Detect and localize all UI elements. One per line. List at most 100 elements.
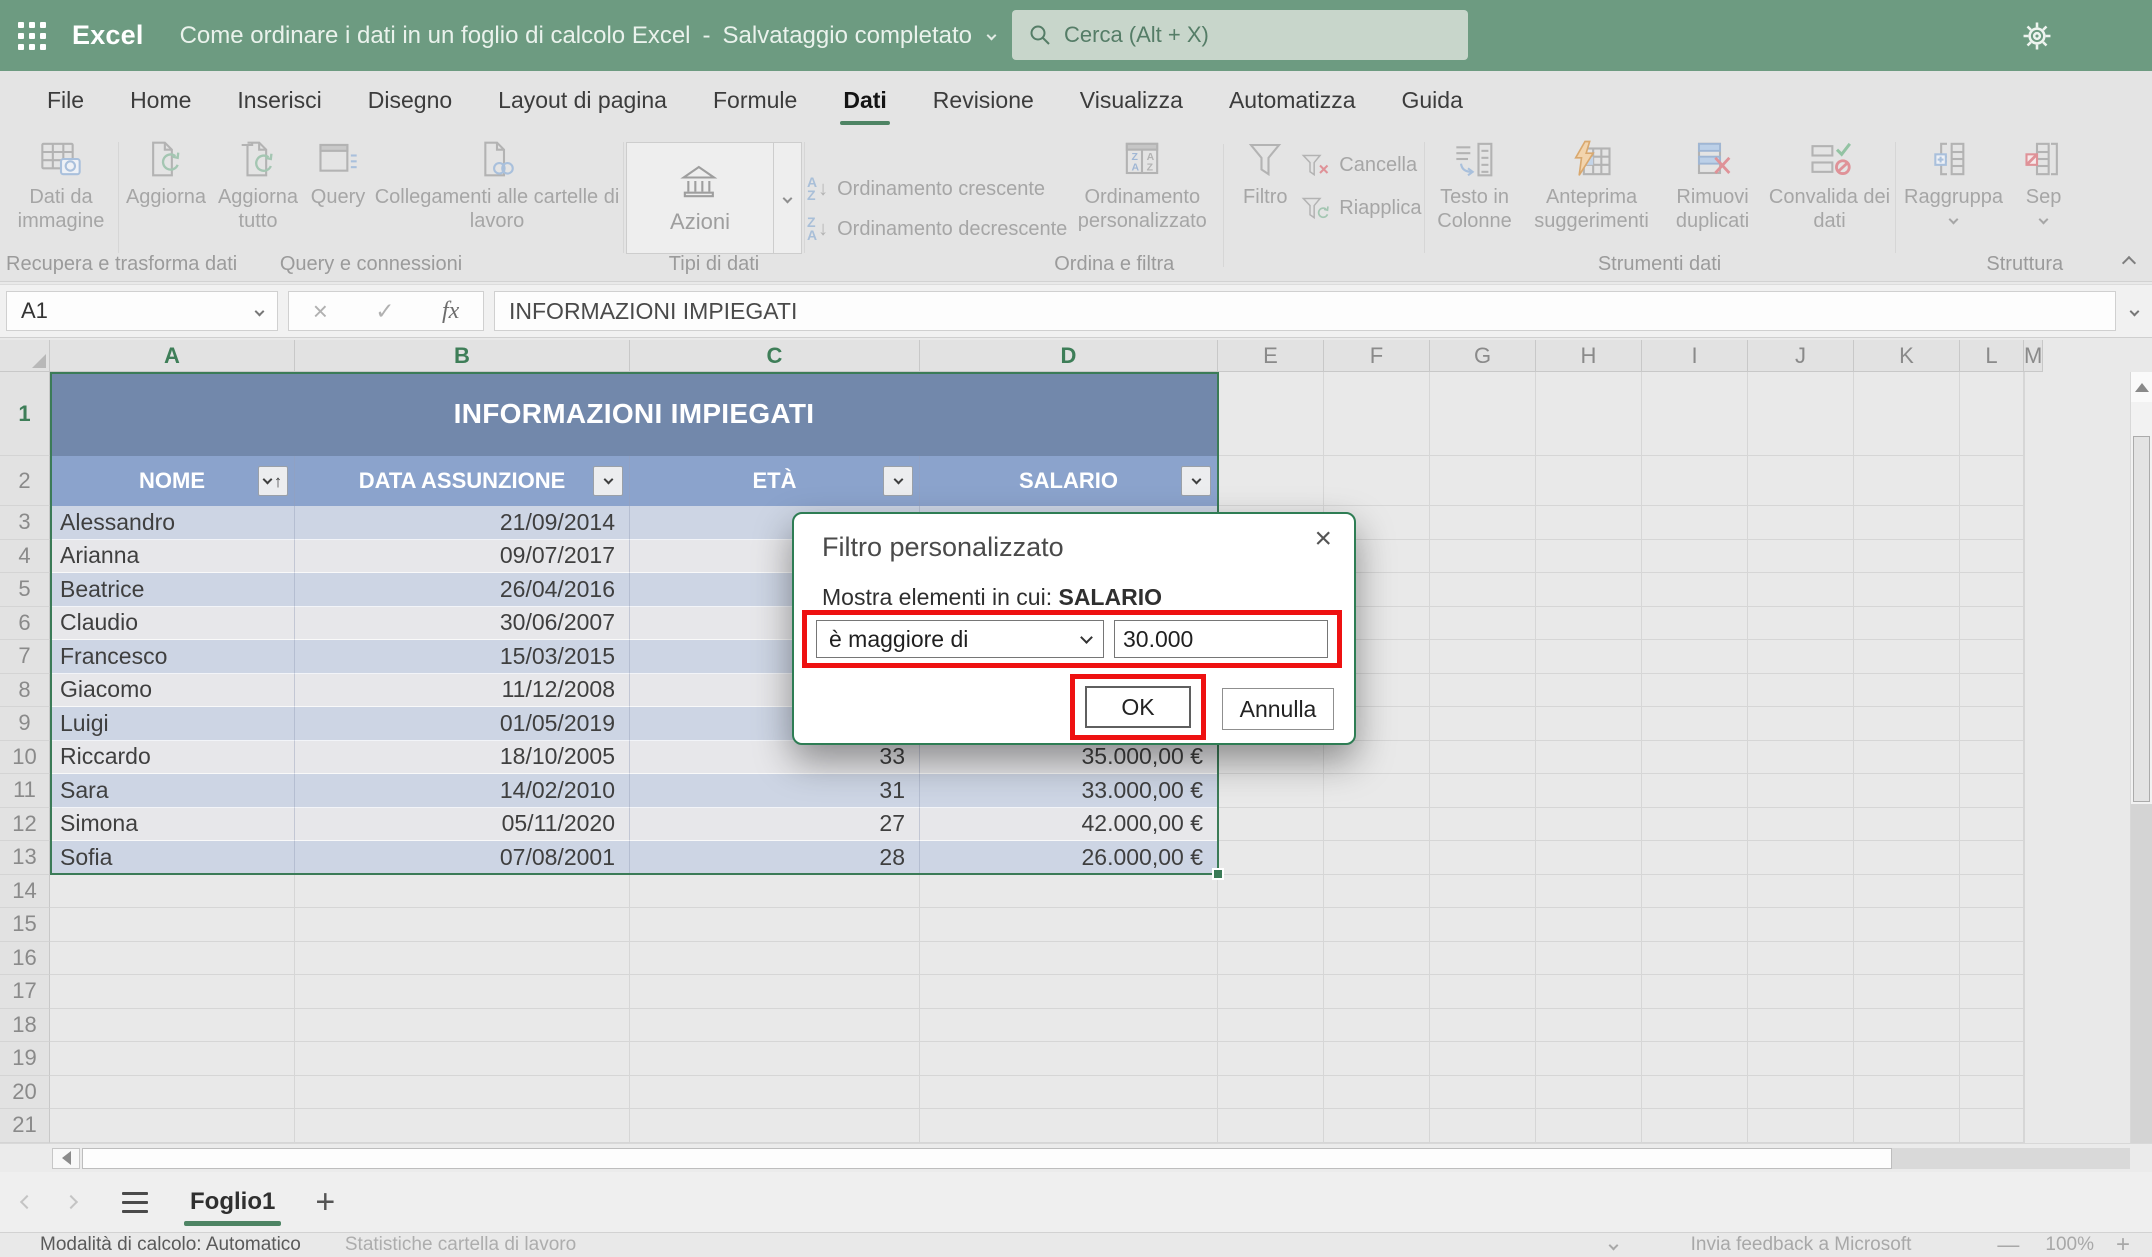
cell-M12[interactable] bbox=[2024, 808, 2025, 842]
cell-L11[interactable] bbox=[1960, 774, 2024, 808]
cell-G6[interactable] bbox=[1430, 607, 1536, 641]
filter-operator-select[interactable]: è maggiore di bbox=[816, 620, 1104, 658]
cell-I12[interactable] bbox=[1642, 808, 1748, 842]
cell-H12[interactable] bbox=[1536, 808, 1642, 842]
cell-F15[interactable] bbox=[1324, 908, 1430, 942]
tab-visualizza[interactable]: Visualizza bbox=[1057, 71, 1206, 130]
cell-G1[interactable] bbox=[1430, 372, 1536, 456]
cell-B2-header-data-assunzione[interactable]: DATA ASSUNZIONE bbox=[295, 456, 630, 506]
name-box[interactable]: A1 bbox=[6, 291, 278, 331]
cell-I20[interactable] bbox=[1642, 1076, 1748, 1110]
tab-formule[interactable]: Formule bbox=[690, 71, 820, 130]
cell-C2-header-et[interactable]: ETÀ bbox=[630, 456, 920, 506]
cell-B4[interactable]: 09/07/2017 bbox=[295, 540, 630, 574]
cell-K11[interactable] bbox=[1854, 774, 1960, 808]
ribbon-item-sep[interactable]: Sep bbox=[2012, 140, 2076, 223]
cell-F20[interactable] bbox=[1324, 1076, 1430, 1110]
row-header-5[interactable]: 5 bbox=[0, 573, 50, 607]
cell-H13[interactable] bbox=[1536, 841, 1642, 875]
ribbon-item-dati-da-immagine[interactable]: Dati da immagine bbox=[6, 140, 116, 233]
cell-M14[interactable] bbox=[2024, 875, 2025, 909]
cell-H1[interactable] bbox=[1536, 372, 1642, 456]
cell-E15[interactable] bbox=[1218, 908, 1324, 942]
cell-K16[interactable] bbox=[1854, 942, 1960, 976]
cell-D12[interactable]: 42.000,00 € bbox=[920, 808, 1218, 842]
cell-A7[interactable]: Francesco bbox=[50, 640, 295, 674]
add-sheet-button[interactable]: + bbox=[315, 1185, 335, 1219]
zoom-in-button[interactable]: + bbox=[2116, 1231, 2130, 1257]
cell-I14[interactable] bbox=[1642, 875, 1748, 909]
cell-D2-header-salario[interactable]: SALARIO bbox=[920, 456, 1218, 506]
app-launcher-icon[interactable] bbox=[18, 22, 46, 50]
ribbon-item-azioni[interactable]: Azioni bbox=[626, 142, 802, 254]
cell-F17[interactable] bbox=[1324, 975, 1430, 1009]
row-header-10[interactable]: 10 bbox=[0, 741, 50, 775]
row-header-7[interactable]: 7 bbox=[0, 640, 50, 674]
cell-L14[interactable] bbox=[1960, 875, 2024, 909]
cell-I7[interactable] bbox=[1642, 640, 1748, 674]
cell-M6[interactable] bbox=[2024, 607, 2025, 641]
cell-B8[interactable]: 11/12/2008 bbox=[295, 674, 630, 708]
cell-A13[interactable]: Sofia bbox=[50, 841, 295, 875]
cell-L8[interactable] bbox=[1960, 674, 2024, 708]
insert-function-icon[interactable]: fx bbox=[442, 298, 459, 325]
cell-K17[interactable] bbox=[1854, 975, 1960, 1009]
cell-G19[interactable] bbox=[1430, 1042, 1536, 1076]
cell-M11[interactable] bbox=[2024, 774, 2025, 808]
cell-B6[interactable]: 30/06/2007 bbox=[295, 607, 630, 641]
cell-G16[interactable] bbox=[1430, 942, 1536, 976]
cell-E11[interactable] bbox=[1218, 774, 1324, 808]
vertical-scrollbar[interactable] bbox=[2130, 372, 2152, 1143]
column-header-E[interactable]: E bbox=[1218, 340, 1324, 372]
cell-C10[interactable]: 33 bbox=[630, 741, 920, 775]
cell-A1-table-title[interactable]: INFORMAZIONI IMPIEGATI bbox=[50, 372, 1218, 456]
horizontal-scroll-track[interactable] bbox=[1892, 1148, 2130, 1169]
gear-icon[interactable] bbox=[2020, 19, 2054, 53]
cell-B21[interactable] bbox=[295, 1109, 630, 1143]
cell-G15[interactable] bbox=[1430, 908, 1536, 942]
filter-button-salario[interactable] bbox=[1181, 466, 1211, 496]
cell-H21[interactable] bbox=[1536, 1109, 1642, 1143]
cell-G10[interactable] bbox=[1430, 741, 1536, 775]
cell-A17[interactable] bbox=[50, 975, 295, 1009]
cell-D21[interactable] bbox=[920, 1109, 1218, 1143]
scroll-left-button[interactable] bbox=[52, 1148, 80, 1169]
cell-I2[interactable] bbox=[1642, 456, 1748, 506]
cell-K9[interactable] bbox=[1854, 707, 1960, 741]
cell-K8[interactable] bbox=[1854, 674, 1960, 708]
cell-H2[interactable] bbox=[1536, 456, 1642, 506]
cell-E18[interactable] bbox=[1218, 1009, 1324, 1043]
row-header-16[interactable]: 16 bbox=[0, 942, 50, 976]
cell-H11[interactable] bbox=[1536, 774, 1642, 808]
row-header-13[interactable]: 13 bbox=[0, 841, 50, 875]
select-all-button[interactable] bbox=[0, 340, 50, 372]
row-header-9[interactable]: 9 bbox=[0, 707, 50, 741]
cell-L10[interactable] bbox=[1960, 741, 2024, 775]
row-header-4[interactable]: 4 bbox=[0, 540, 50, 574]
cell-J9[interactable] bbox=[1748, 707, 1854, 741]
cell-L5[interactable] bbox=[1960, 573, 2024, 607]
cell-A2-header-nome[interactable]: NOME↑ bbox=[50, 456, 295, 506]
cell-M18[interactable] bbox=[2024, 1009, 2025, 1043]
cell-I18[interactable] bbox=[1642, 1009, 1748, 1043]
fill-handle[interactable] bbox=[1212, 868, 1224, 880]
all-sheets-menu-icon[interactable] bbox=[122, 1192, 148, 1213]
cell-G5[interactable] bbox=[1430, 573, 1536, 607]
cell-K13[interactable] bbox=[1854, 841, 1960, 875]
cell-K20[interactable] bbox=[1854, 1076, 1960, 1110]
column-header-F[interactable]: F bbox=[1324, 340, 1430, 372]
cell-J12[interactable] bbox=[1748, 808, 1854, 842]
cell-M8[interactable] bbox=[2024, 674, 2025, 708]
cell-A14[interactable] bbox=[50, 875, 295, 909]
search-input[interactable]: Cerca (Alt + X) bbox=[1012, 10, 1468, 60]
ribbon-item-aggiorna[interactable]: Aggiorna bbox=[121, 140, 211, 209]
row-header-6[interactable]: 6 bbox=[0, 607, 50, 641]
cell-I15[interactable] bbox=[1642, 908, 1748, 942]
cell-A6[interactable]: Claudio bbox=[50, 607, 295, 641]
cell-L17[interactable] bbox=[1960, 975, 2024, 1009]
cell-C15[interactable] bbox=[630, 908, 920, 942]
cell-E10[interactable] bbox=[1218, 741, 1324, 775]
cell-M15[interactable] bbox=[2024, 908, 2025, 942]
cell-L2[interactable] bbox=[1960, 456, 2024, 506]
column-header-K[interactable]: K bbox=[1854, 340, 1960, 372]
